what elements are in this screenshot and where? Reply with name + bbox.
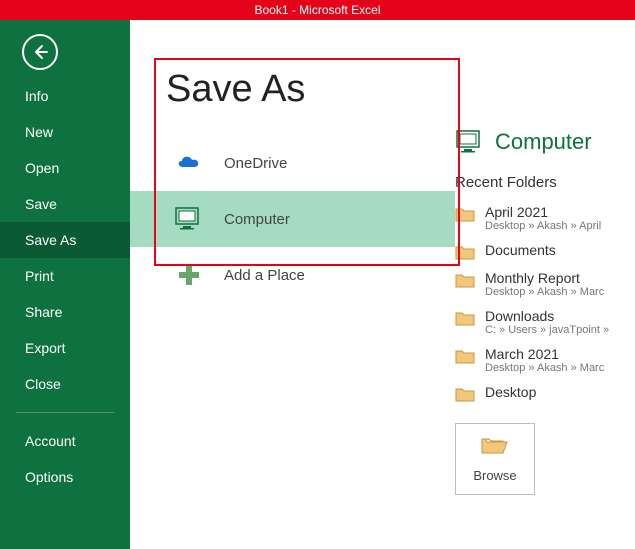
nav-item-options[interactable]: Options bbox=[0, 459, 130, 495]
recent-folder-item[interactable]: March 2021Desktop » Akash » Marc bbox=[455, 341, 635, 379]
main-area: InfoNewOpenSaveSave AsPrintShareExportCl… bbox=[0, 20, 635, 549]
recent-folder-item[interactable]: Monthly ReportDesktop » Akash » Marc bbox=[455, 265, 635, 303]
title-bar: Book1 - Microsoft Excel bbox=[0, 0, 635, 20]
folder-icon bbox=[455, 206, 475, 222]
folder-open-icon bbox=[481, 435, 509, 460]
browse-button[interactable]: Browse bbox=[455, 423, 535, 495]
recent-folders-label: Recent Folders bbox=[455, 174, 635, 191]
recent-folder-item[interactable]: Documents bbox=[455, 237, 635, 265]
folder-icon bbox=[455, 348, 475, 364]
nav-item-open[interactable]: Open bbox=[0, 150, 130, 186]
recent-folder-item[interactable]: April 2021Desktop » Akash » April bbox=[455, 199, 635, 237]
nav-item-export[interactable]: Export bbox=[0, 330, 130, 366]
nav-item-print[interactable]: Print bbox=[0, 258, 130, 294]
nav-item-close[interactable]: Close bbox=[0, 366, 130, 402]
computer-icon bbox=[174, 204, 204, 234]
nav-item-new[interactable]: New bbox=[0, 114, 130, 150]
folder-icon bbox=[455, 272, 475, 288]
location-add-a-place[interactable]: Add a Place bbox=[130, 247, 455, 303]
nav-separator bbox=[16, 412, 114, 413]
location-computer[interactable]: Computer bbox=[130, 191, 455, 247]
recent-folder-item[interactable]: Desktop bbox=[455, 379, 635, 407]
browse-label: Browse bbox=[473, 468, 516, 483]
nav-item-info[interactable]: Info bbox=[0, 78, 130, 114]
folder-icon bbox=[455, 386, 475, 402]
details-column: Computer Recent Folders April 2021Deskto… bbox=[455, 20, 635, 549]
location-onedrive[interactable]: OneDrive bbox=[130, 135, 455, 191]
onedrive-icon bbox=[174, 148, 204, 178]
details-heading: Computer bbox=[455, 128, 635, 156]
back-arrow-icon bbox=[31, 43, 49, 61]
location-label: OneDrive bbox=[224, 155, 287, 172]
folder-name: March 2021 bbox=[485, 346, 604, 362]
folder-path: Desktop » Akash » Marc bbox=[485, 362, 604, 374]
folder-icon bbox=[455, 244, 475, 260]
details-heading-text: Computer bbox=[495, 129, 592, 155]
location-label: Add a Place bbox=[224, 267, 305, 284]
folder-name: Documents bbox=[485, 242, 556, 258]
folder-name: Desktop bbox=[485, 384, 536, 400]
plus-icon bbox=[174, 260, 204, 290]
nav-item-share[interactable]: Share bbox=[0, 294, 130, 330]
folder-name: April 2021 bbox=[485, 204, 601, 220]
content-pane: Save As OneDrive Computer Add a Place Comp… bbox=[130, 20, 635, 549]
nav-item-save[interactable]: Save bbox=[0, 186, 130, 222]
computer-icon bbox=[455, 128, 485, 156]
folder-path: Desktop » Akash » Marc bbox=[485, 286, 604, 298]
folder-icon bbox=[455, 310, 475, 326]
folder-name: Downloads bbox=[485, 308, 609, 324]
folder-path: C: » Users » javaTpoint » bbox=[485, 324, 609, 336]
location-label: Computer bbox=[224, 211, 290, 228]
page-title: Save As bbox=[166, 68, 455, 111]
folder-path: Desktop » Akash » April bbox=[485, 220, 601, 232]
nav-item-account[interactable]: Account bbox=[0, 423, 130, 459]
recent-folder-item[interactable]: DownloadsC: » Users » javaTpoint » bbox=[455, 303, 635, 341]
locations-column: Save As OneDrive Computer Add a Place bbox=[130, 20, 455, 549]
backstage-sidebar: InfoNewOpenSaveSave AsPrintShareExportCl… bbox=[0, 20, 130, 549]
back-button[interactable] bbox=[22, 34, 58, 70]
folder-name: Monthly Report bbox=[485, 270, 604, 286]
nav-item-save-as[interactable]: Save As bbox=[0, 222, 130, 258]
